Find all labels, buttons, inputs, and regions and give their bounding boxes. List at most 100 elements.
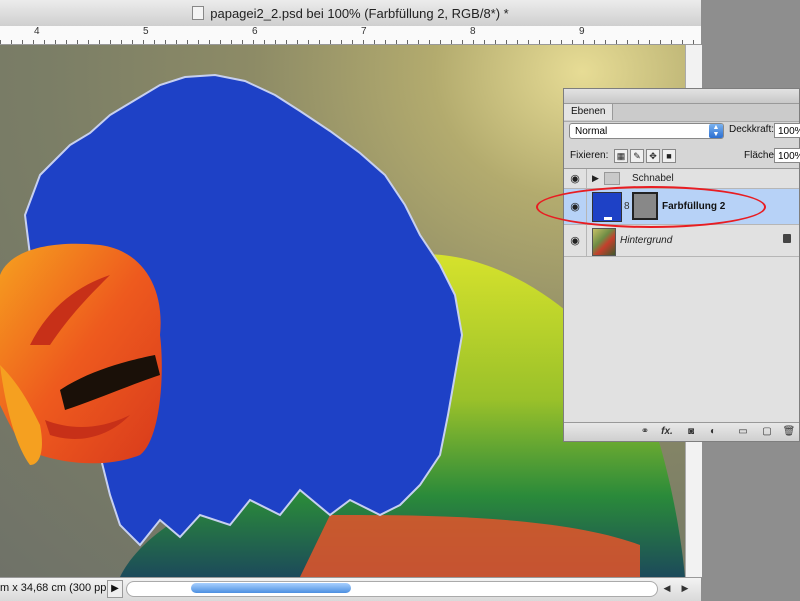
group-expand-icon[interactable]: ▶ <box>592 173 599 184</box>
ruler-tick <box>143 40 144 44</box>
layer-lock-icon <box>783 234 791 243</box>
blend-mode-select[interactable]: Normal ▲ ▼ <box>569 123 724 139</box>
ruler-tick <box>638 40 639 44</box>
layer-name: Schnabel <box>632 173 674 184</box>
divider <box>586 225 587 256</box>
ruler-tick <box>462 40 463 44</box>
tab-layers[interactable]: Ebenen <box>564 104 614 120</box>
ruler-tick <box>77 40 78 44</box>
ruler-mark: 7 <box>361 26 367 37</box>
layer-row-background[interactable]: ◉ Hintergrund <box>564 225 799 257</box>
ruler-tick <box>286 40 287 44</box>
ruler-tick <box>110 40 111 44</box>
ruler-tick <box>572 40 573 44</box>
horizontal-scrollbar[interactable] <box>126 581 658 597</box>
layer-mask-thumbnail[interactable] <box>632 192 658 220</box>
ruler-tick <box>682 40 683 44</box>
blend-mode-value: Normal <box>575 126 608 137</box>
panel-header[interactable] <box>564 89 799 104</box>
scroll-right-icon[interactable]: ▶ <box>678 580 692 596</box>
ruler-mark: 9 <box>579 26 585 37</box>
window-title: papagei2_2.psd bei 100% (Farbfüllung 2, … <box>210 5 509 21</box>
ruler-tick <box>605 40 606 44</box>
visibility-eye-icon[interactable]: ◉ <box>568 234 582 248</box>
ruler-tick <box>66 40 67 44</box>
status-menu-arrow-icon[interactable]: ▶ <box>107 580 123 598</box>
ruler-tick <box>374 40 375 44</box>
ruler-tick <box>660 40 661 44</box>
layers-list: ◉ ▶ Schnabel ◉ 8 Farbfüllung 2 ◉ Hinterg… <box>564 168 799 424</box>
visibility-eye-icon[interactable]: ◉ <box>568 172 582 186</box>
ruler-tick <box>429 40 430 44</box>
fill-field[interactable]: 100% <box>774 148 800 163</box>
ruler-tick <box>451 40 452 44</box>
visibility-eye-icon[interactable]: ◉ <box>568 200 582 214</box>
lock-label: Fixieren: <box>570 150 609 161</box>
ruler-tick <box>187 40 188 44</box>
document-info[interactable]: m x 34,68 cm (300 ppi) <box>0 582 113 594</box>
ruler-tick <box>594 40 595 44</box>
layers-panel: Ebenen Normal ▲▼ Deckkraft: 100% Fixiere… <box>563 88 800 442</box>
ruler-tick <box>418 40 419 44</box>
ruler-tick <box>561 40 562 44</box>
horizontal-ruler[interactable]: 4 5 6 7 8 9 <box>0 26 701 45</box>
chain-link-icon[interactable]: 8 <box>624 201 630 212</box>
fx-icon[interactable]: fx. <box>660 425 674 439</box>
status-bar: m x 34,68 cm (300 ppi) ▶ ◀ ▶ <box>0 577 701 601</box>
layer-name: Farbfüllung 2 <box>662 201 726 212</box>
ruler-tick <box>198 40 199 44</box>
ruler-mark: 8 <box>470 26 476 37</box>
background-thumbnail <box>592 228 616 256</box>
delete-layer-icon[interactable]: 🗑 <box>782 425 796 439</box>
lock-transparent-icon[interactable]: ▦ <box>614 149 628 163</box>
ruler-tick <box>121 40 122 44</box>
ruler-tick <box>165 40 166 44</box>
panel-footer: ⚭ fx. ◙ ◐ ▭ ▢ 🗑 <box>564 422 799 441</box>
fill-thumbnail-base <box>604 217 612 220</box>
layer-row-schnabel[interactable]: ◉ ▶ Schnabel <box>564 169 799 189</box>
ruler-tick <box>363 40 364 44</box>
ruler-tick <box>528 40 529 44</box>
fill-label: Fläche: <box>744 150 777 161</box>
ruler-tick <box>209 40 210 44</box>
ruler-tick <box>583 40 584 44</box>
ruler-tick <box>176 40 177 44</box>
link-layers-icon[interactable]: ⚭ <box>638 425 652 439</box>
ruler-tick <box>495 40 496 44</box>
panel-tabs: Ebenen <box>564 104 799 122</box>
ruler-tick <box>275 40 276 44</box>
new-layer-icon[interactable]: ▢ <box>760 425 774 439</box>
ruler-tick <box>671 40 672 44</box>
ruler-tick <box>352 40 353 44</box>
ruler-tick <box>99 40 100 44</box>
title-bar[interactable]: papagei2_2.psd bei 100% (Farbfüllung 2, … <box>0 0 701 27</box>
fill-layer-thumbnail[interactable] <box>592 192 622 222</box>
ruler-tick <box>242 40 243 44</box>
scroll-left-icon[interactable]: ◀ <box>660 580 674 596</box>
ruler-tick <box>649 40 650 44</box>
ruler-tick <box>132 40 133 44</box>
ruler-tick <box>308 40 309 44</box>
divider <box>586 189 587 224</box>
ruler-tick <box>44 40 45 44</box>
lock-all-icon[interactable]: ■ <box>662 149 676 163</box>
add-mask-icon[interactable]: ◙ <box>684 425 698 439</box>
ruler-mark: 5 <box>143 26 149 37</box>
ruler-tick <box>33 40 34 44</box>
layer-name: Hintergrund <box>620 235 673 246</box>
opacity-label: Deckkraft: <box>729 124 775 135</box>
lock-position-icon[interactable]: ✥ <box>646 149 660 163</box>
opacity-field[interactable]: 100% <box>774 123 800 138</box>
ruler-tick <box>231 40 232 44</box>
layer-row-fill[interactable]: ◉ 8 Farbfüllung 2 <box>564 189 799 225</box>
ruler-tick <box>154 40 155 44</box>
new-group-icon[interactable]: ▭ <box>736 425 750 439</box>
ruler-tick <box>341 40 342 44</box>
ruler-tick <box>22 40 23 44</box>
ruler-tick <box>539 40 540 44</box>
lock-pixels-icon[interactable]: ✎ <box>630 149 644 163</box>
adjustment-layer-icon[interactable]: ◐ <box>706 425 720 439</box>
ruler-mark: 6 <box>252 26 258 37</box>
scrollbar-thumb[interactable] <box>190 583 351 593</box>
ruler-tick <box>693 40 694 44</box>
